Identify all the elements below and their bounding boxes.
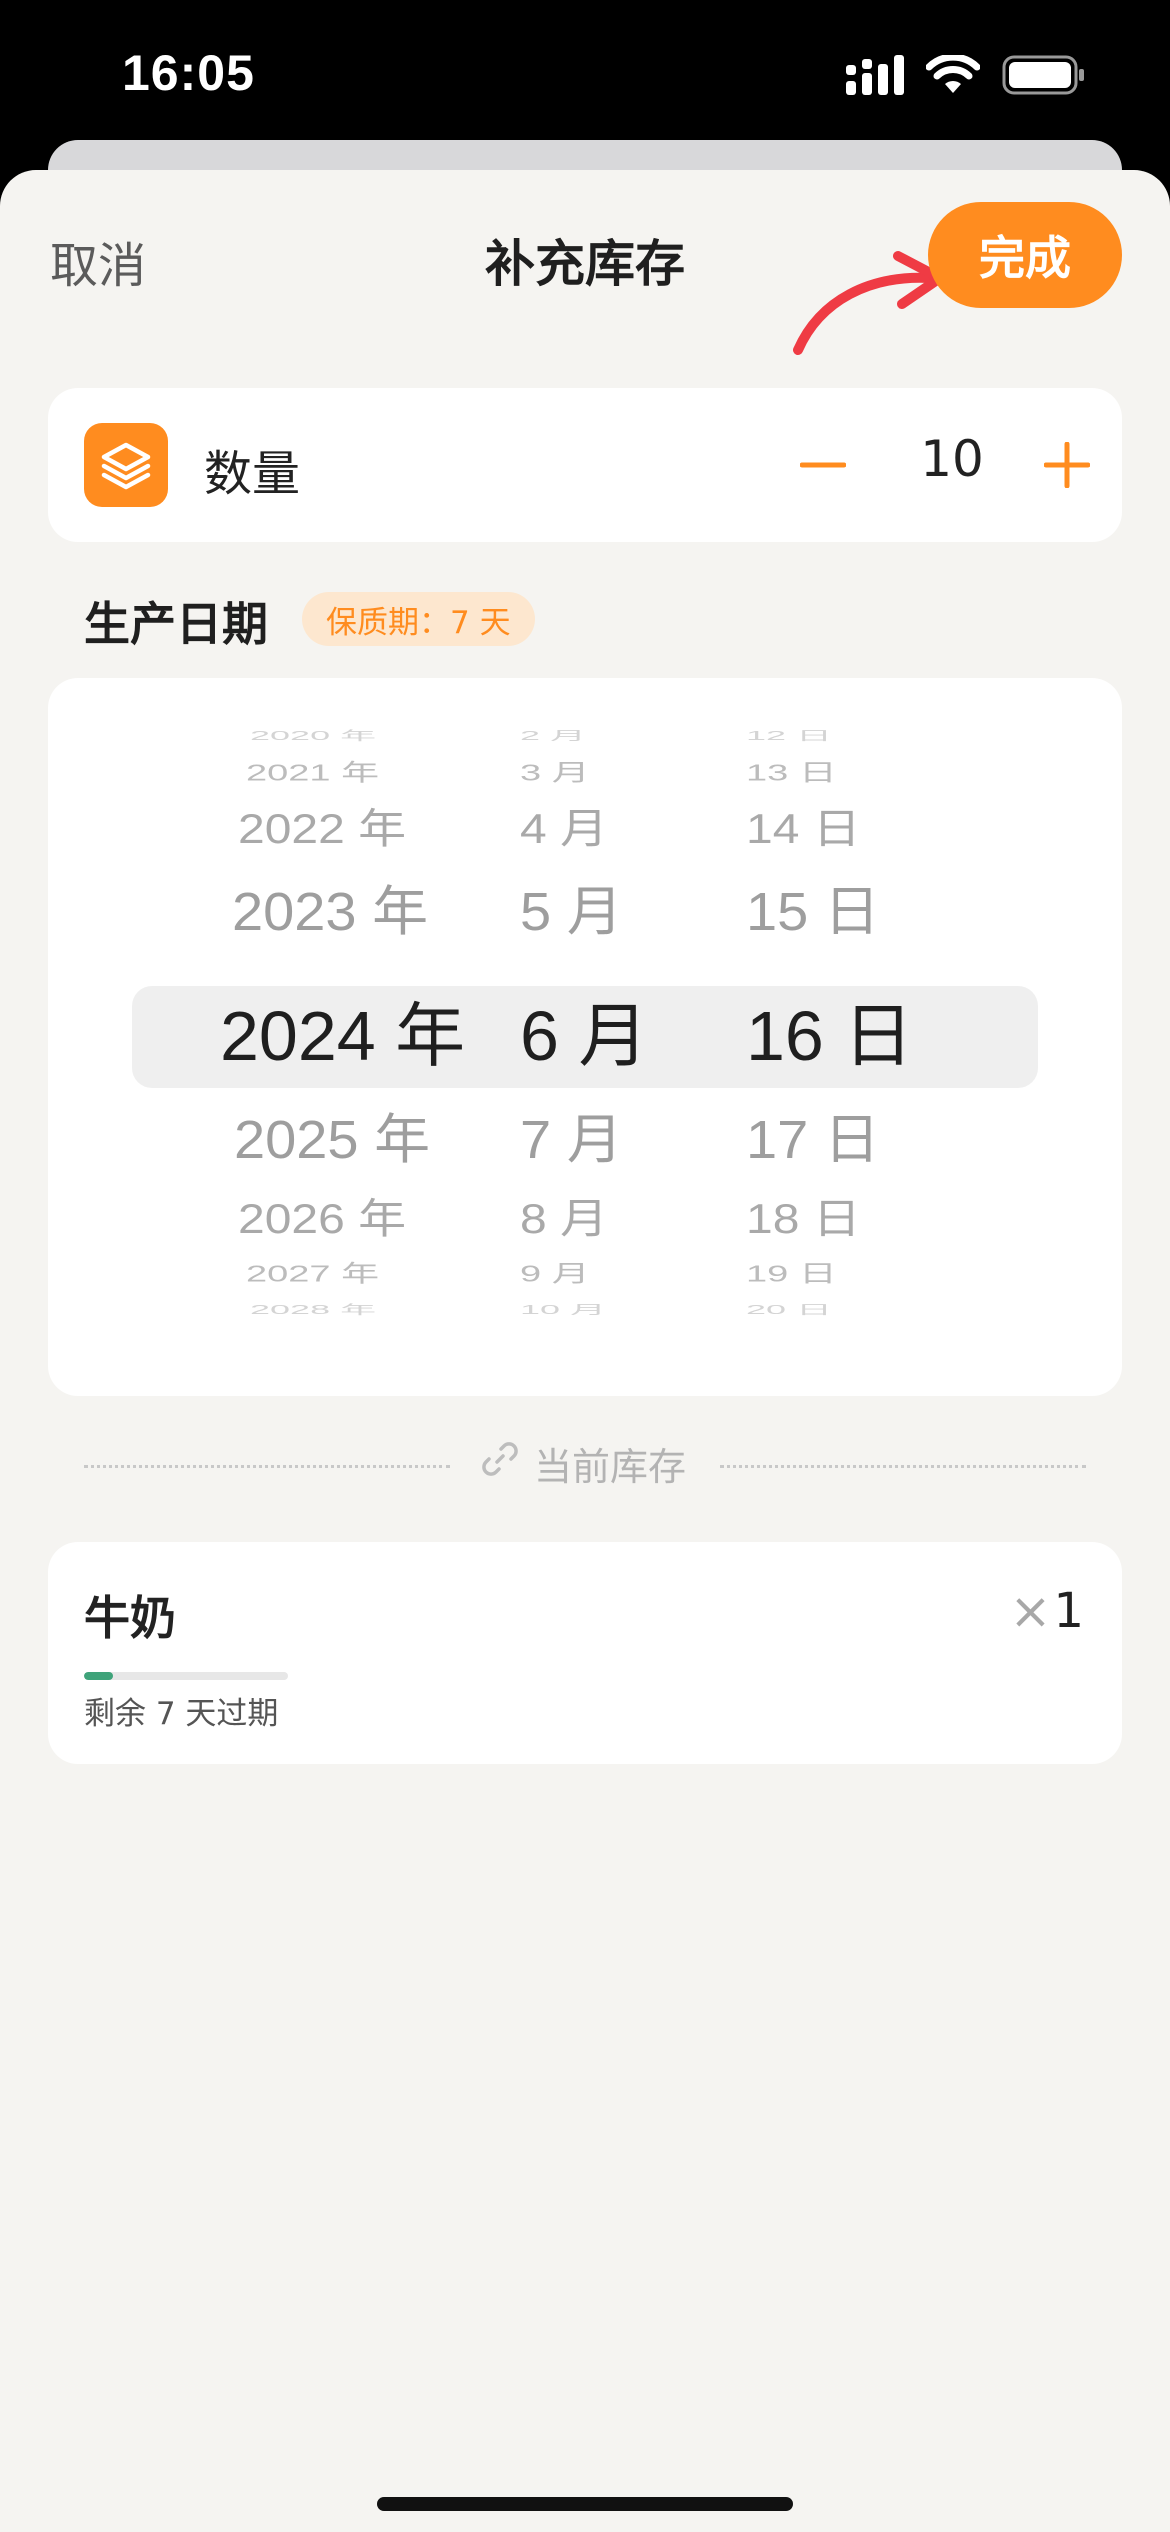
picker-day-item: 17 日: [746, 1109, 880, 1170]
picker-day-item: 18 日: [746, 1196, 861, 1243]
picker-year-item: 2022 年: [238, 806, 407, 853]
stock-quantity-value: 1: [1053, 1583, 1084, 1639]
status-time: 16:05: [122, 45, 255, 101]
cellular-signal-icon: [846, 55, 904, 99]
picker-year-selected: 2024 年: [220, 997, 466, 1075]
stock-remaining-text: 剩余 7 天过期: [84, 1696, 279, 1732]
done-button[interactable]: 完成: [928, 202, 1122, 308]
picker-day-item: 14 日: [746, 806, 861, 853]
picker-year-item: 2021 年: [246, 759, 380, 787]
home-indicator: [377, 2497, 793, 2511]
picker-day-item: 19 日: [746, 1260, 837, 1288]
picker-day-item: 15 日: [746, 881, 880, 942]
picker-day-selected: 16 日: [746, 997, 914, 1075]
picker-month-selected: 6 月: [520, 997, 649, 1075]
expiry-progress-bar: [84, 1672, 288, 1680]
picker-month-item: 4 月: [520, 806, 609, 853]
current-stock-divider: 当前库存: [84, 1436, 1086, 1496]
picker-month-item: 8 月: [520, 1196, 609, 1243]
plus-icon: [1044, 442, 1090, 488]
picker-month-item: 7 月: [520, 1109, 623, 1170]
divider-line-right: [720, 1465, 1086, 1468]
status-icons: [846, 53, 1086, 99]
divider-label: 当前库存: [480, 1436, 690, 1491]
picker-year-item: 2028 年: [250, 1302, 377, 1317]
picker-month-item: 10 月: [520, 1302, 607, 1317]
quantity-card: 数量 10: [48, 388, 1122, 542]
expiry-progress-fill: [84, 1672, 113, 1680]
picker-month-item: 3 月: [520, 759, 590, 787]
picker-day-item: 12 日: [746, 728, 833, 743]
decrement-button[interactable]: [780, 422, 866, 508]
status-bar: 16:05: [0, 0, 1170, 150]
picker-year-item: 2027 年: [246, 1260, 380, 1288]
quantity-value[interactable]: 10: [896, 430, 1008, 488]
picker-year-item: 2023 年: [232, 881, 429, 942]
stock-item-name: 牛奶: [84, 1591, 176, 1645]
picker-day-item: 20 日: [746, 1302, 833, 1317]
wifi-icon: [925, 53, 981, 99]
picker-month-item: 5 月: [520, 881, 623, 942]
picker-year-item: 2026 年: [238, 1196, 407, 1243]
stock-item-quantity: × 1: [1010, 1582, 1084, 1640]
layers-icon: [84, 423, 168, 507]
date-picker[interactable]: 2020 年 2021 年 2022 年 2023 年 2024 年 2025 …: [48, 678, 1122, 1396]
multiply-sign: ×: [1009, 1582, 1052, 1640]
picker-day-item: 13 日: [746, 759, 837, 787]
production-date-label: 生产日期: [84, 597, 268, 651]
battery-icon: [1002, 55, 1086, 99]
picker-month-item: 9 月: [520, 1260, 590, 1288]
picker-year-item: 2020 年: [250, 728, 377, 743]
restock-sheet: 取消 补充库存 完成 数量 10 生产日期 保质期：7 天 2020 年 202…: [0, 170, 1170, 2532]
increment-button[interactable]: [1024, 422, 1110, 508]
stock-item-card[interactable]: 牛奶 × 1 剩余 7 天过期: [48, 1542, 1122, 1764]
divider-line-left: [84, 1465, 450, 1468]
picker-year-item: 2025 年: [234, 1109, 431, 1170]
minus-icon: [800, 462, 846, 468]
shelf-life-badge: 保质期：7 天: [302, 592, 535, 646]
quantity-label: 数量: [204, 446, 301, 502]
picker-month-item: 2 月: [520, 728, 587, 743]
current-stock-label: 当前库存: [534, 1445, 687, 1489]
link-icon: [480, 1439, 520, 1488]
